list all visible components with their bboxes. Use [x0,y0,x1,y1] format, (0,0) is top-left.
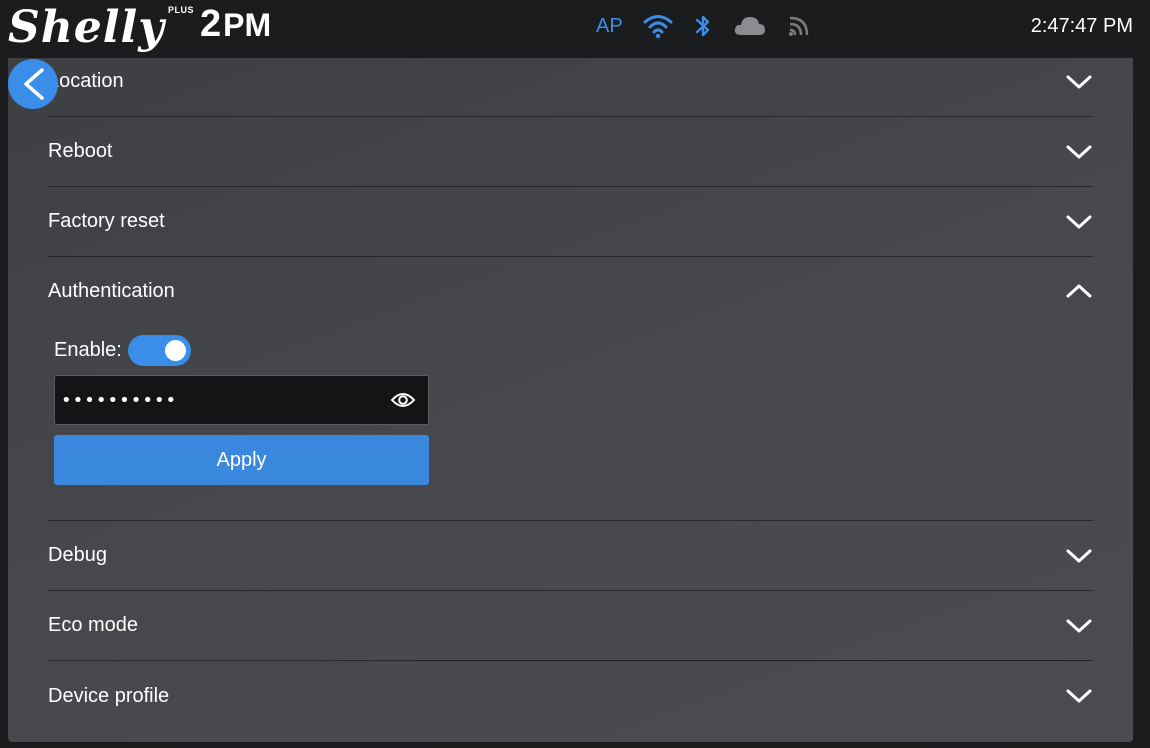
section-label: Factory reset [48,210,165,232]
enable-row: Enable: [54,334,191,366]
apply-button[interactable]: Apply [54,435,429,485]
logo-model: 2PM [200,2,271,47]
chevron-down-icon [1065,547,1093,565]
back-button[interactable] [8,59,58,109]
bluetooth-icon [693,13,713,39]
section-authentication[interactable]: Authentication [48,256,1093,326]
enable-toggle[interactable] [127,334,191,366]
password-field [54,375,429,425]
chevron-down-icon [1065,73,1093,91]
section-label: Authentication [48,279,175,302]
section-label: Reboot [48,140,113,162]
section-label: Device profile [48,684,170,707]
chevron-left-icon [24,68,44,100]
shelly-logo: Shelly PLUS 2PM [8,0,271,53]
toggle-knob [164,339,186,361]
section-eco-mode[interactable]: Eco mode [48,591,1093,661]
chevron-down-icon [1065,687,1093,705]
cloud-icon [733,13,767,39]
eye-icon[interactable] [390,389,416,411]
password-input[interactable] [61,376,381,424]
authentication-body: Enable: [54,334,191,366]
logo-brand: Shelly [8,2,165,53]
logo-model-number: 2 [200,3,222,45]
section-reboot[interactable]: Reboot [48,117,1093,187]
chevron-down-icon [1065,617,1093,635]
chevron-down-icon [1065,143,1093,161]
clock: 2:47:47 PM [1030,15,1133,37]
section-label: Eco mode [48,614,139,636]
ap-status-label: AP [596,14,623,37]
chevron-up-icon [1065,282,1093,300]
mqtt-icon [787,14,811,38]
section-debug[interactable]: Debug [48,521,1093,591]
enable-label: Enable: [54,338,122,361]
section-label: Debug [48,544,107,566]
section-device-profile[interactable]: Device profile [48,661,1093,731]
section-factory-reset[interactable]: Factory reset [48,187,1093,257]
logo-model-suffix: PM [223,7,272,43]
logo-plus: PLUS [168,5,195,15]
chevron-down-icon [1065,213,1093,231]
section-label: Location [48,70,124,92]
status-icons: AP [596,12,811,40]
section-location[interactable]: Location [48,47,1093,117]
wifi-icon [643,13,673,39]
